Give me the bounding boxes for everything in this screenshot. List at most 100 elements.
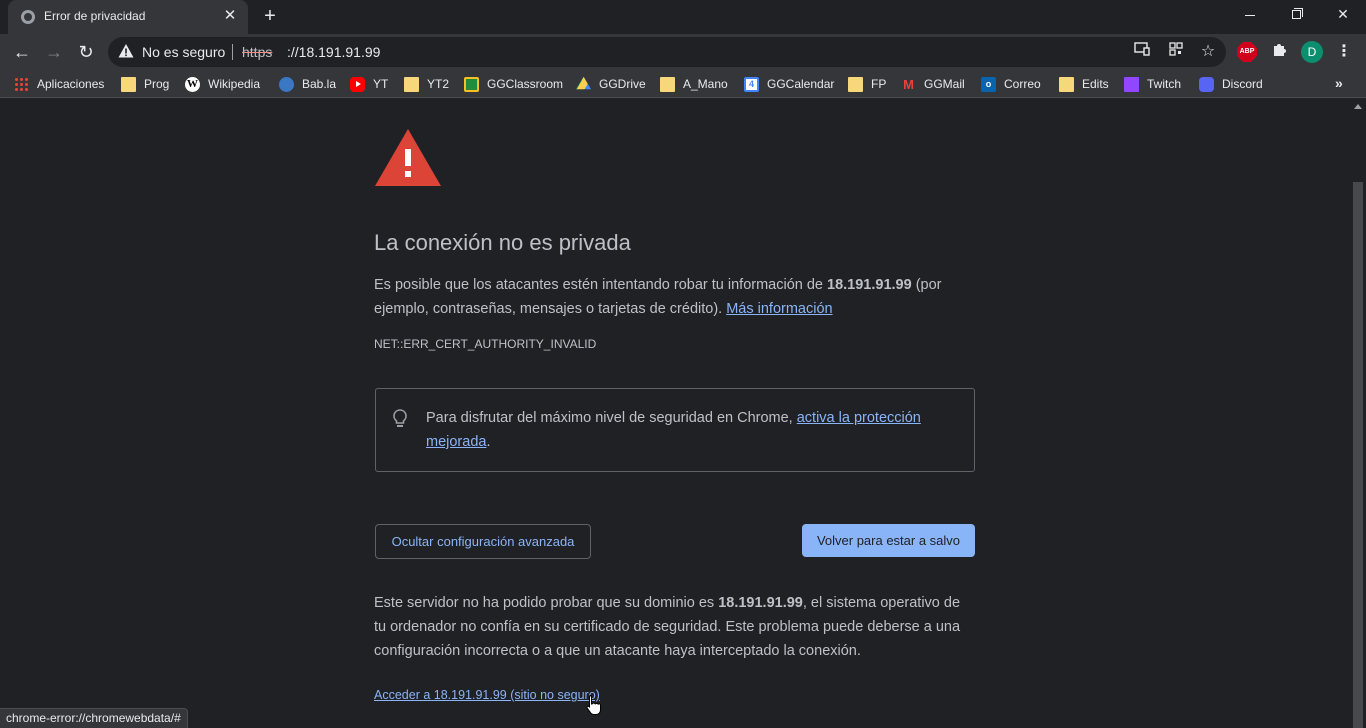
details-host: 18.191.91.99 (718, 595, 803, 611)
outlook-icon: o (981, 76, 996, 92)
scroll-up-arrow-icon[interactable] (1354, 104, 1362, 109)
folder-icon (1059, 76, 1074, 92)
forward-button[interactable]: → (40, 38, 68, 66)
page-title: La conexión no es privada (374, 230, 631, 255)
bookmark-label: Twitch (1147, 77, 1182, 91)
bookmark-a-mano[interactable]: A_Mano (660, 75, 728, 93)
reload-button[interactable]: ↻ (72, 38, 100, 66)
calendar-icon: 4 (744, 76, 759, 92)
bookmark-label: A_Mano (683, 77, 728, 91)
tip-text-body: Para disfrutar del máximo nivel de segur… (426, 410, 797, 426)
warning-icon[interactable] (118, 43, 134, 59)
error-code: NET::ERR_CERT_AUTHORITY_INVALID (374, 337, 597, 351)
bookmark-edits[interactable]: Edits (1059, 75, 1109, 93)
apps-icon (14, 76, 29, 92)
bookmark-ggclassroom[interactable]: GGClassroom (464, 75, 563, 93)
minimize-icon (1245, 14, 1255, 16)
youtube-icon (350, 76, 365, 92)
bookmark-label: GGClassroom (487, 77, 564, 91)
bookmark-wikipedia[interactable]: W Wikipedia (185, 75, 260, 93)
profile-avatar[interactable]: D (1301, 41, 1323, 63)
wikipedia-icon: W (185, 76, 200, 92)
restore-icon (1292, 10, 1301, 19)
bookmark-ggdrive[interactable]: GGDrive (576, 75, 646, 93)
twitch-icon (1124, 76, 1139, 92)
qr-code-icon[interactable] (1166, 42, 1186, 62)
bookmark-label: GGCalendar (767, 77, 835, 91)
bookmark-yt2[interactable]: YT2 (404, 75, 449, 93)
lightbulb-icon (393, 409, 407, 427)
bookmark-label: Bab.la (302, 77, 337, 91)
tab-title: Error de privacidad (44, 9, 146, 23)
bookmarks-overflow-icon[interactable]: » (1335, 75, 1343, 91)
bookmark-babla[interactable]: Bab.la (279, 75, 336, 93)
folder-icon (660, 76, 675, 92)
babla-icon (279, 76, 294, 92)
bookmark-label: FP (871, 77, 887, 91)
window-close-button[interactable]: ✕ (1320, 0, 1366, 30)
bookmark-fp[interactable]: FP (848, 75, 886, 93)
intro-paragraph: Es posible que los atacantes estén inten… (374, 273, 974, 321)
folder-icon (404, 76, 419, 92)
bookmark-label: Aplicaciones (37, 77, 105, 91)
bookmark-correo[interactable]: o Correo (981, 75, 1041, 93)
host-name: 18.191.91.99 (827, 277, 912, 293)
folder-icon (121, 76, 136, 92)
alert-triangle-icon (375, 129, 441, 186)
bookmark-label: GGMail (924, 77, 965, 91)
hide-advanced-button[interactable]: Ocultar configuración avanzada (375, 524, 591, 559)
bookmark-aplicaciones[interactable]: Aplicaciones (14, 75, 104, 93)
adblock-plus-icon[interactable]: ABP (1237, 42, 1257, 62)
browser-toolbar: ← → ↻ No es seguro https ://18.191.91.99… (0, 34, 1366, 70)
bookmark-label: YT2 (427, 77, 450, 91)
security-indicator-label[interactable]: No es seguro (142, 44, 225, 60)
interstitial-page: La conexión no es privada Es posible que… (0, 99, 1350, 728)
bookmark-label: GGDrive (599, 77, 646, 91)
bookmark-yt[interactable]: YT (350, 75, 388, 93)
back-to-safety-button[interactable]: Volver para estar a salvo (802, 524, 975, 557)
bookmark-label: Discord (1222, 77, 1263, 91)
proceed-unsafe-link[interactable]: Acceder a 18.191.91.99 (sitio no seguro) (374, 688, 600, 702)
intro-text: Es posible que los atacantes estén inten… (374, 277, 828, 293)
bookmark-label: Wikipedia (208, 77, 261, 91)
scroll-thumb[interactable] (1353, 182, 1363, 728)
classroom-icon (464, 76, 479, 92)
enhanced-protection-tip: Para disfrutar del máximo nivel de segur… (375, 388, 975, 472)
bookmarks-bar: Aplicaciones Prog W Wikipedia Bab.la YT Y… (0, 70, 1366, 98)
back-button[interactable]: ← (8, 38, 36, 66)
learn-more-link[interactable]: Más información (726, 301, 832, 317)
gmail-icon: M (903, 76, 914, 92)
tip-text-end: . (486, 434, 491, 450)
restore-button[interactable] (1274, 0, 1320, 30)
extensions-puzzle-icon[interactable] (1269, 41, 1291, 63)
tab-strip: Error de privacidad ✕ + ✕ (0, 0, 1366, 34)
address-bar[interactable]: No es seguro https ://18.191.91.99 ☆ (108, 37, 1226, 67)
tip-text: Para disfrutar del máximo nivel de segur… (426, 406, 956, 454)
bookmark-prog[interactable]: Prog (121, 75, 169, 93)
bookmark-star-icon[interactable]: ☆ (1198, 42, 1218, 62)
scrollbar[interactable] (1350, 99, 1366, 728)
url-scheme[interactable]: https (242, 44, 272, 60)
bookmark-ggcalendar[interactable]: 4 GGCalendar (744, 75, 834, 93)
new-tab-button[interactable]: + (258, 5, 282, 29)
tab-active[interactable]: Error de privacidad ✕ (8, 0, 248, 34)
bookmark-ggmail[interactable]: M GGMail (901, 75, 965, 93)
bookmark-label: Edits (1082, 77, 1109, 91)
chrome-menu-icon[interactable]: ⋮ (1334, 40, 1354, 64)
cast-icon[interactable] (1132, 42, 1152, 62)
bookmark-discord[interactable]: Discord (1199, 75, 1263, 93)
discord-icon (1199, 76, 1214, 92)
status-bubble: chrome-error://chromewebdata/# (0, 708, 188, 728)
bookmark-label: YT (373, 77, 389, 91)
bookmark-twitch[interactable]: Twitch (1124, 75, 1181, 93)
bookmark-label: Correo (1004, 77, 1041, 91)
minimize-button[interactable] (1227, 0, 1273, 30)
bookmark-label: Prog (144, 77, 170, 91)
details-paragraph: Este servidor no ha podido probar que su… (374, 591, 974, 663)
globe-icon (21, 10, 35, 24)
drive-icon (576, 76, 591, 90)
url-host[interactable]: ://18.191.91.99 (287, 44, 380, 60)
tab-close-icon[interactable]: ✕ (220, 6, 240, 26)
omnibox-separator (232, 44, 233, 60)
hand-cursor-icon (586, 695, 601, 715)
